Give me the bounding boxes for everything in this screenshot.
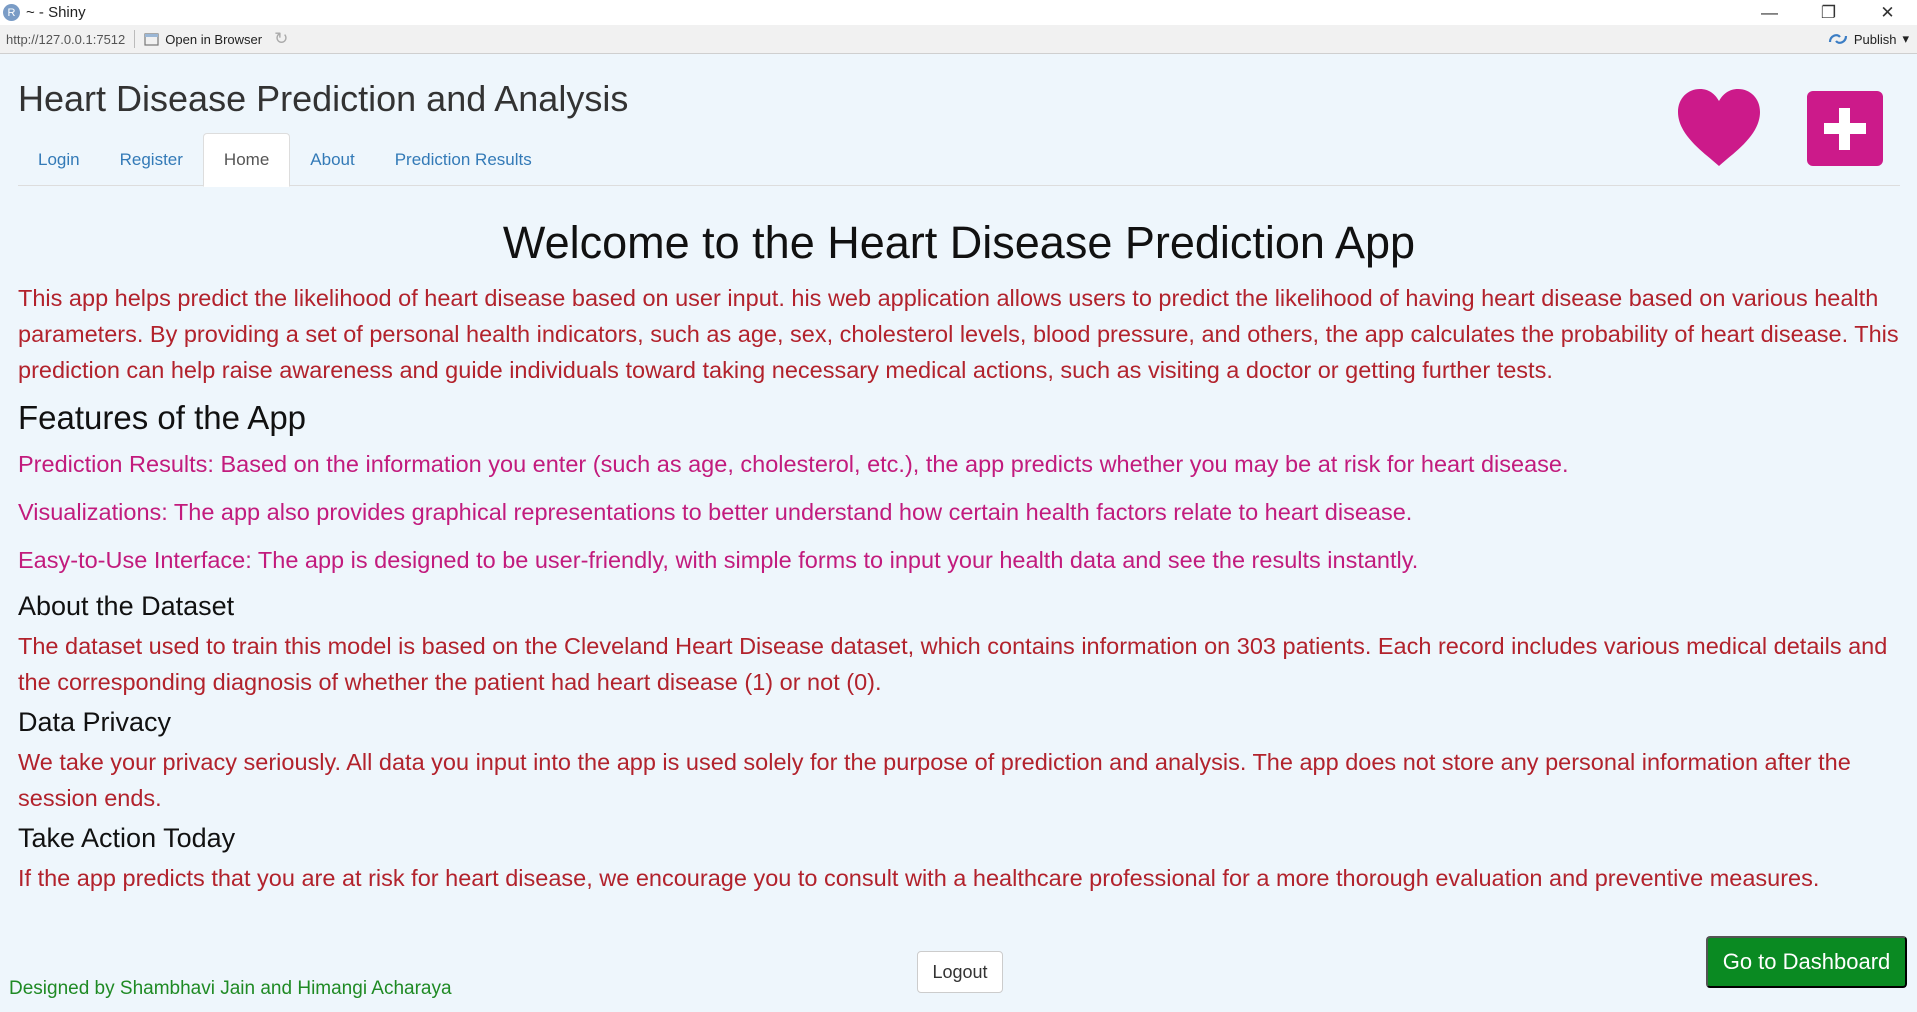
publish-button[interactable]: Publish ▾ bbox=[1828, 31, 1909, 47]
publish-label: Publish bbox=[1853, 31, 1897, 47]
logout-button[interactable]: Logout bbox=[917, 951, 1003, 993]
privacy-paragraph: We take your privacy seriously. All data… bbox=[18, 749, 1851, 811]
minimize-button[interactable]: — bbox=[1740, 0, 1799, 25]
r-app-icon: R bbox=[3, 4, 20, 21]
window-title: ~ - Shiny bbox=[26, 4, 86, 21]
features-heading: Features of the App bbox=[18, 399, 307, 436]
open-in-browser-label: Open in Browser bbox=[165, 31, 263, 47]
close-button[interactable]: ✕ bbox=[1858, 0, 1917, 25]
privacy-heading: Data Privacy bbox=[18, 707, 172, 737]
medical-plus-icon bbox=[1807, 91, 1883, 166]
open-in-browser-button[interactable]: Open in Browser bbox=[144, 32, 262, 47]
refresh-icon[interactable]: ↻ bbox=[274, 29, 288, 49]
action-paragraph: If the app predicts that you are at risk… bbox=[18, 865, 1820, 891]
chevron-down-icon[interactable]: ▾ bbox=[1902, 31, 1909, 47]
go-to-dashboard-button[interactable]: Go to Dashboard bbox=[1706, 936, 1907, 988]
url-text[interactable]: http://127.0.0.1:7512 bbox=[6, 32, 125, 47]
action-heading: Take Action Today bbox=[18, 823, 236, 853]
open-browser-icon bbox=[144, 32, 159, 46]
toolbar-divider bbox=[134, 30, 136, 48]
window-titlebar: R ~ - Shiny — ❐ ✕ bbox=[0, 0, 1917, 25]
publish-icon bbox=[1828, 34, 1847, 44]
viewer-toolbar: http://127.0.0.1:7512 Open in Browser ↻ … bbox=[0, 25, 1917, 54]
dataset-paragraph: The dataset used to train this model is … bbox=[18, 633, 1888, 695]
home-content: Welcome to the Heart Disease Prediction … bbox=[18, 206, 1900, 896]
heart-icon bbox=[1678, 89, 1760, 166]
page-title: Heart Disease Prediction and Analysis bbox=[18, 78, 629, 119]
feature-easy-interface: Easy-to-Use Interface: The app is design… bbox=[18, 547, 1419, 573]
restore-button[interactable]: ❐ bbox=[1799, 0, 1858, 25]
tab-register[interactable]: Register bbox=[100, 133, 203, 186]
tab-home[interactable]: Home bbox=[202, 133, 291, 187]
tab-about[interactable]: About bbox=[290, 133, 374, 186]
feature-visualizations: Visualizations: The app also provides gr… bbox=[18, 499, 1413, 525]
feature-prediction-results: Prediction Results: Based on the informa… bbox=[18, 451, 1569, 477]
tab-prediction-results[interactable]: Prediction Results bbox=[375, 133, 552, 186]
welcome-heading: Welcome to the Heart Disease Prediction … bbox=[502, 217, 1416, 268]
window-controls: — ❐ ✕ bbox=[1740, 0, 1917, 25]
app-page: Heart Disease Prediction and Analysis Lo… bbox=[0, 54, 1917, 1012]
dataset-heading: About the Dataset bbox=[18, 591, 235, 621]
nav-tabs: Login Register Home About Prediction Res… bbox=[18, 133, 1900, 187]
tab-login[interactable]: Login bbox=[18, 133, 100, 186]
footer-credit: Designed by Shambhavi Jain and Himangi A… bbox=[9, 978, 452, 999]
intro-paragraph: This app helps predict the likelihood of… bbox=[18, 285, 1899, 383]
